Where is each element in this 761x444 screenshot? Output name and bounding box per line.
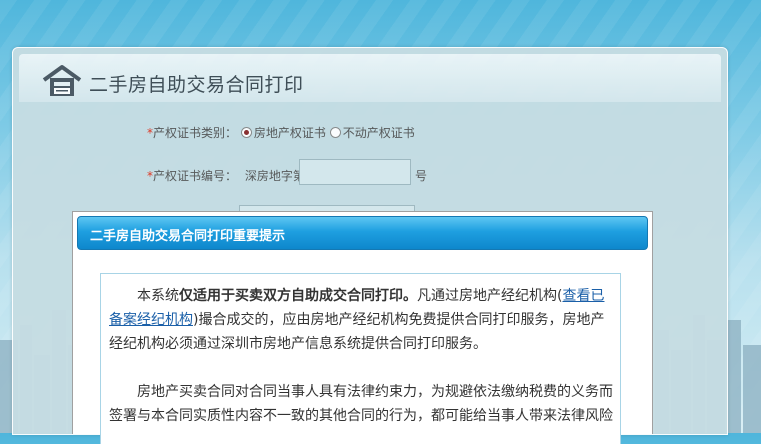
cert-no-prefix: 深房地字第: [244, 169, 305, 183]
page-title: 二手房自助交易合同打印: [89, 74, 304, 96]
panel-header: 二手房自助交易合同打印: [19, 54, 721, 102]
cert-type-row: *产权证书类别： 房地产权证书 不动产权证书: [147, 124, 415, 141]
cert-no-input[interactable]: [299, 159, 411, 185]
house-printer-icon: [41, 64, 83, 102]
notice-content: 本系统仅适用于买卖双方自助成交合同打印。凡通过房地产经纪机构(查看已备案经纪机构…: [100, 273, 621, 444]
radio-label[interactable]: 不动产权证书: [343, 126, 415, 140]
notice-text: 本系统: [137, 288, 179, 304]
notice-paragraph-1: 本系统仅适用于买卖双方自助成交合同打印。凡通过房地产经纪机构(查看已备案经纪机构…: [109, 284, 615, 356]
notice-dialog: 二手房自助交易合同打印重要提示 本系统仅适用于买卖双方自助成交合同打印。凡通过房…: [72, 211, 653, 444]
notice-paragraph-2: 房地产买卖合同对合同当事人具有法律约束力，为规避依法缴纳税费的义务而签署与本合同…: [109, 384, 613, 424]
radio-button-checked[interactable]: [240, 127, 252, 138]
radio-button[interactable]: [329, 127, 341, 138]
notice-bold-text: 仅适用于买卖双方自助成交合同打印。: [179, 288, 417, 304]
radio-option-real-estate[interactable]: 房地产权证书: [240, 126, 326, 140]
dialog-title-bar: 二手房自助交易合同打印重要提示: [77, 216, 648, 250]
cert-no-suffix: 号: [415, 169, 428, 183]
notice-text: 凡通过房地产经纪机构(: [417, 288, 563, 304]
radio-option-immovable[interactable]: 不动产权证书: [329, 126, 415, 140]
cert-no-label: 产权证书编号：: [153, 169, 238, 183]
cert-no-row: *产权证书编号： 深房地字第: [147, 167, 305, 184]
radio-label[interactable]: 房地产权证书: [254, 126, 326, 140]
cert-type-label: 产权证书类别：: [153, 126, 238, 140]
dialog-title: 二手房自助交易合同打印重要提示: [90, 229, 286, 244]
